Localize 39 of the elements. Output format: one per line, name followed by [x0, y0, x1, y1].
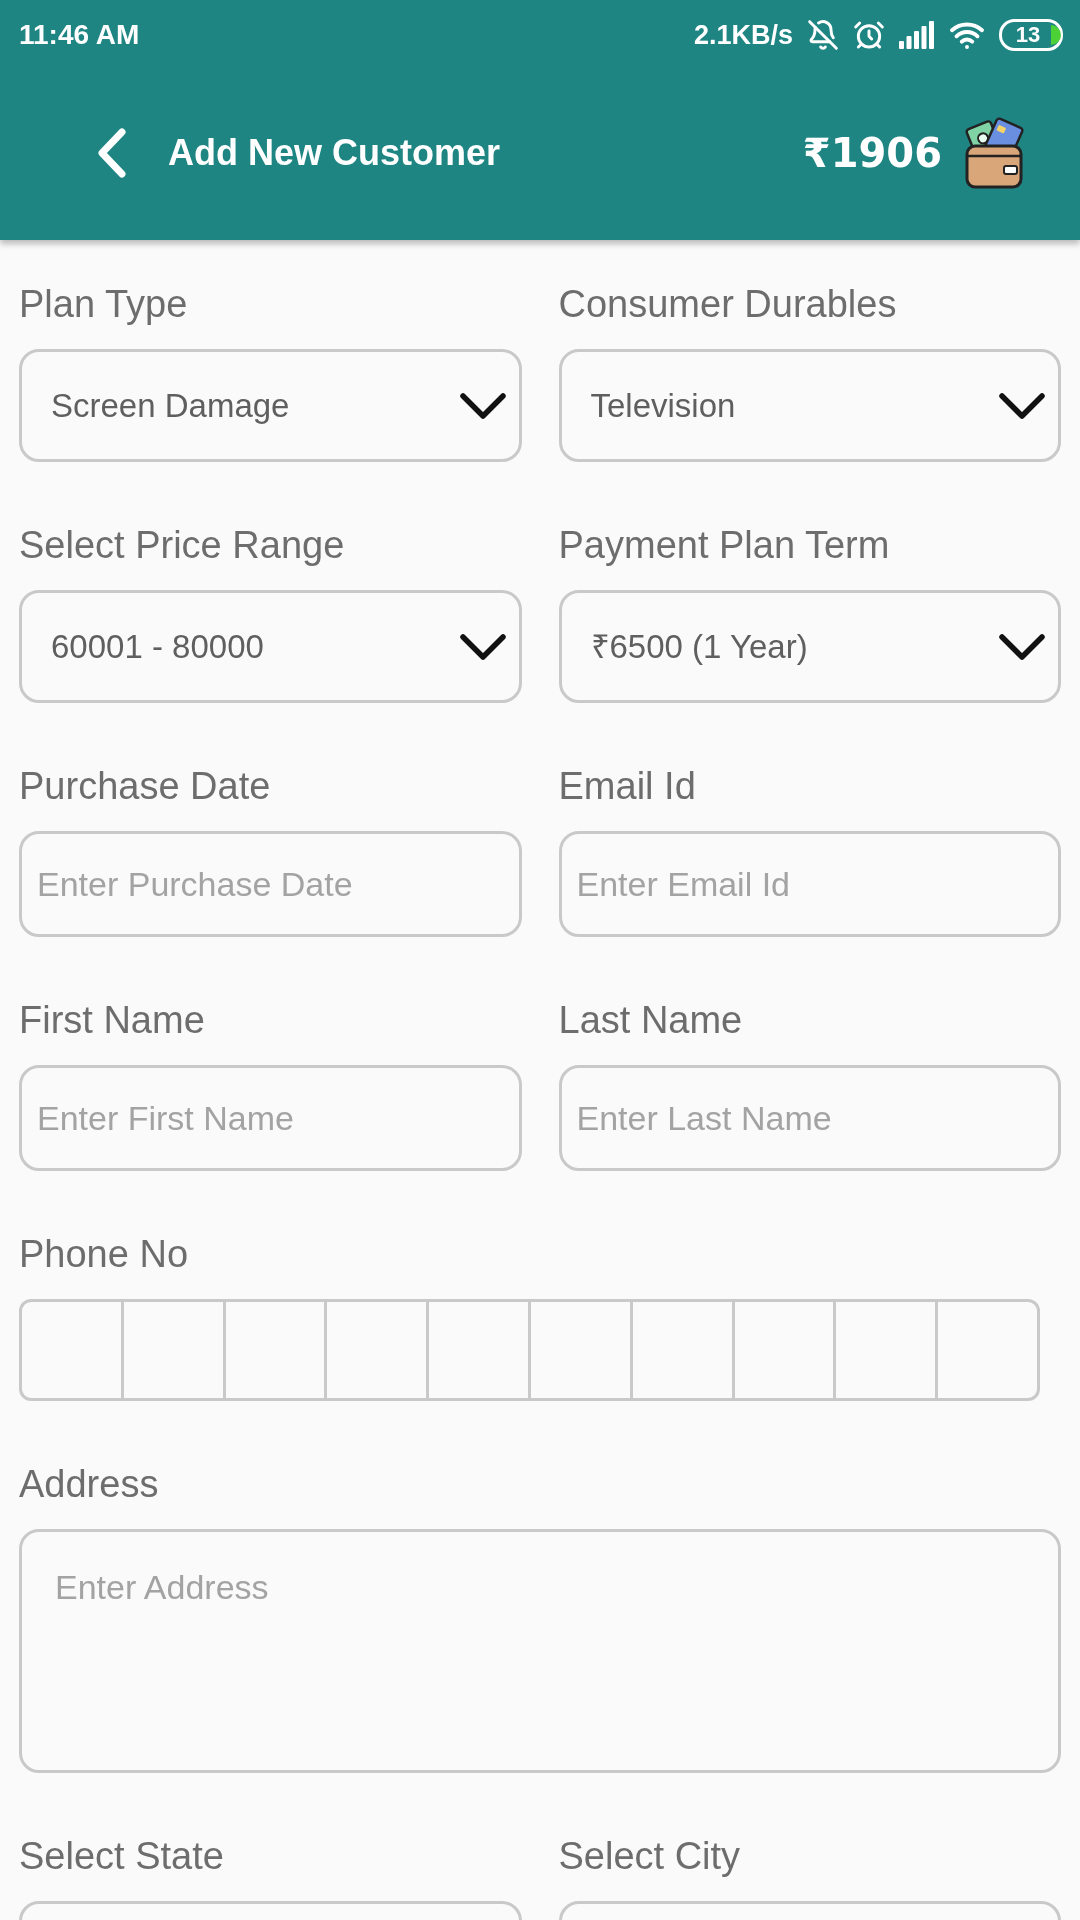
dropdown[interactable]: Television — [558, 349, 1061, 462]
dropdown[interactable]: ₹6500 (1 Year) — [558, 590, 1061, 703]
field-label: Select Price Range — [19, 523, 346, 567]
dropdown[interactable]: 60001 - 80000 — [19, 590, 522, 703]
wallet-icon[interactable] — [964, 116, 1026, 190]
field-label: First Name — [19, 998, 206, 1042]
field-label: Phone No — [19, 1232, 189, 1276]
battery-percent: 13 — [1015, 24, 1042, 46]
field-label: Consumer Durables — [558, 282, 898, 326]
digit-box[interactable] — [935, 1299, 1040, 1401]
digit-box[interactable] — [426, 1299, 531, 1401]
field-label: Payment Plan Term — [558, 523, 891, 567]
chevron-down-icon — [998, 632, 1046, 661]
text-area-field[interactable]: Enter Address — [19, 1529, 1061, 1773]
network-speed: 2.1KB/s — [693, 18, 793, 52]
signal-icon — [899, 21, 935, 49]
field-label: Plan Type — [19, 282, 189, 326]
dropdown[interactable]: Screen Damage — [19, 349, 522, 462]
chevron-down-icon — [458, 632, 507, 661]
field-label: Address — [19, 1462, 160, 1506]
field-label: Select City — [558, 1834, 742, 1878]
field-label: Purchase Date — [19, 764, 272, 808]
field-label: Last Name — [558, 998, 744, 1042]
alarm-clock-icon — [853, 19, 885, 51]
field-label: Email Id — [558, 764, 697, 808]
chevron-down-icon — [998, 391, 1046, 420]
status-time: 11:46 AM — [19, 18, 140, 52]
digit-box[interactable] — [528, 1299, 633, 1401]
field-label: Select State — [19, 1834, 225, 1878]
input-field[interactable]: Enter Purchase Date — [19, 831, 522, 937]
input-field[interactable]: Enter First Name — [19, 1065, 522, 1171]
input-field[interactable]: Enter Email Id — [558, 831, 1061, 937]
input-field[interactable]: Enter Last Name — [558, 1065, 1061, 1171]
screen-title: Add New Customer — [168, 131, 501, 175]
digit-box[interactable] — [19, 1299, 124, 1401]
battery-icon — [999, 19, 1063, 51]
bell-off-icon — [807, 19, 839, 51]
chevron-down-icon — [458, 391, 507, 420]
balance-amount: ₹1906 — [802, 129, 942, 178]
